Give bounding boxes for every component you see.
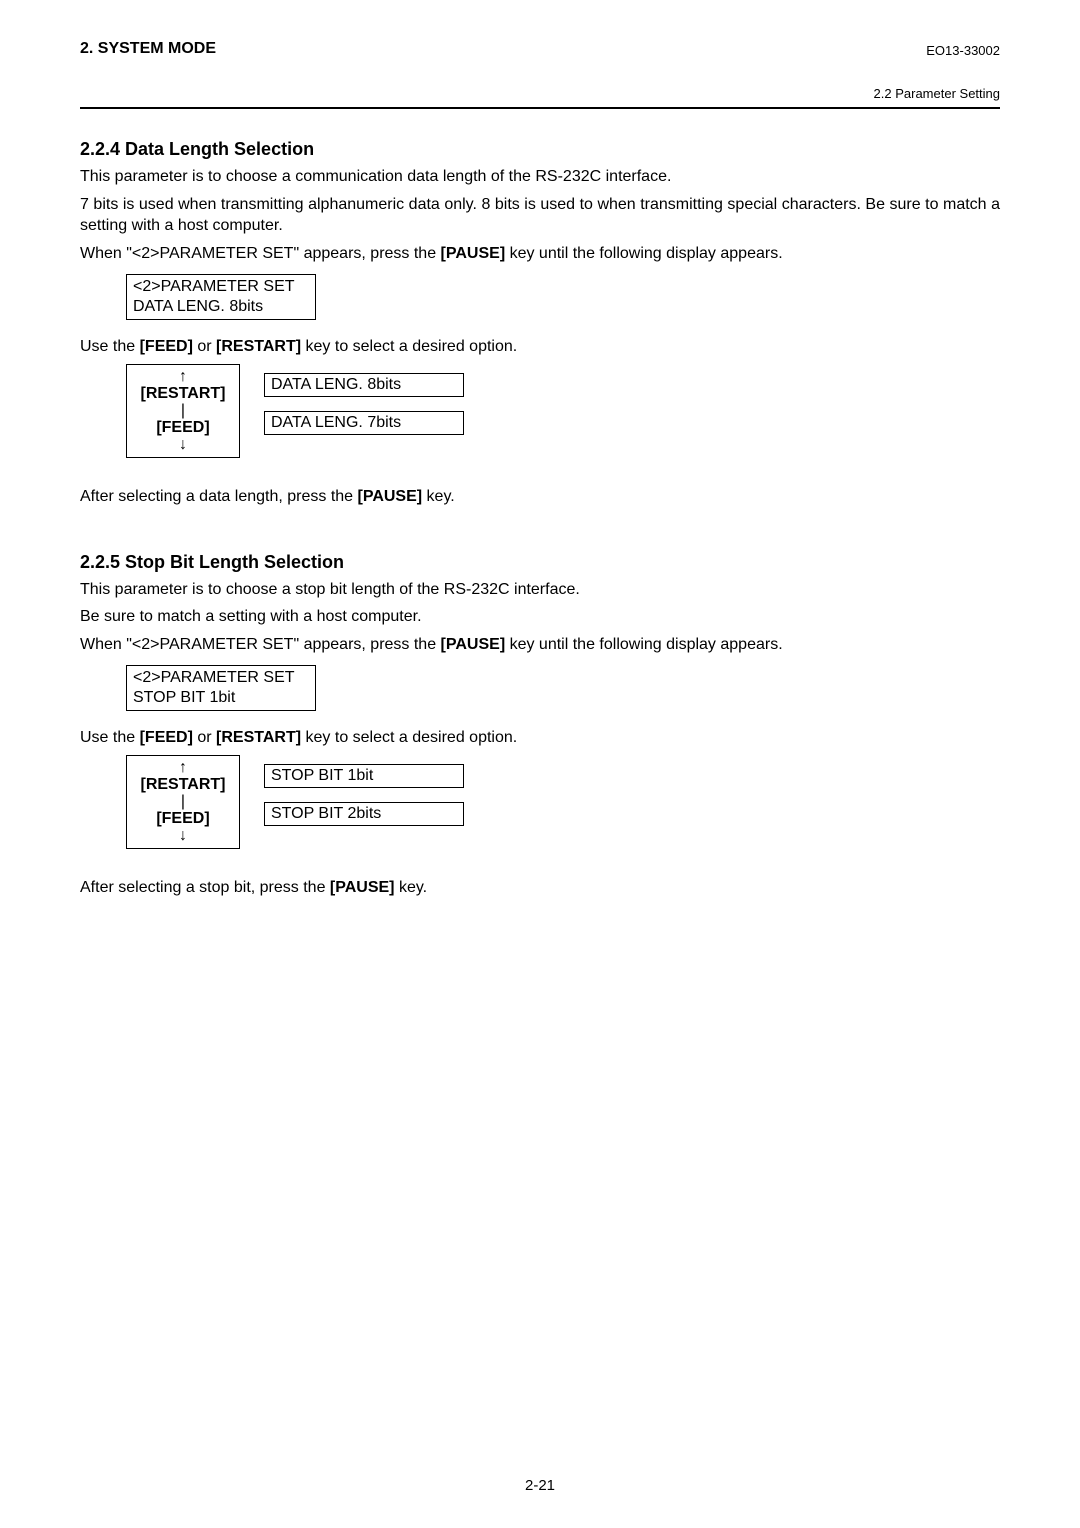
section-225-use: Use the [FEED] or [RESTART] key to selec… bbox=[80, 727, 1000, 749]
section-224-p3b: key until the following display appears. bbox=[505, 245, 783, 262]
header-sub: 2.2 Parameter Setting bbox=[80, 86, 1000, 101]
pause-key-label-4: [PAUSE] bbox=[330, 879, 395, 896]
page: 2. SYSTEM MODE EO13-33002 2.2 Parameter … bbox=[0, 0, 1080, 1528]
use-b: key to select a desired option. bbox=[301, 338, 517, 355]
use-a: Use the bbox=[80, 729, 140, 746]
header-rule bbox=[80, 107, 1000, 109]
option-225-1: STOP BIT 1bit bbox=[264, 764, 464, 788]
lcd-line2: DATA LENG. 8bits bbox=[133, 297, 309, 317]
tail-a: After selecting a data length, press the bbox=[80, 488, 358, 505]
pause-key-label-3: [PAUSE] bbox=[441, 636, 506, 653]
button-stack-225: ↑ [RESTART] | [FEED] ↓ bbox=[126, 755, 240, 849]
option-column-224: DATA LENG. 8bits DATA LENG. 7bits bbox=[264, 373, 464, 449]
section-225-p1: This parameter is to choose a stop bit l… bbox=[80, 579, 1000, 601]
section-224-p3a: When "<2>PARAMETER SET" appears, press t… bbox=[80, 245, 441, 262]
section-225-p2: Be sure to match a setting with a host c… bbox=[80, 606, 1000, 628]
arrow-up-icon: ↑ bbox=[127, 369, 239, 385]
section-224-title: 2.2.4 Data Length Selection bbox=[80, 139, 1000, 160]
option-224-1: DATA LENG. 8bits bbox=[264, 373, 464, 397]
use-mid: or bbox=[193, 338, 216, 355]
restart-button-label: [RESTART] bbox=[127, 776, 239, 794]
button-stack-224: ↑ [RESTART] | [FEED] ↓ bbox=[126, 364, 240, 458]
section-224-use: Use the [FEED] or [RESTART] key to selec… bbox=[80, 336, 1000, 358]
option-225-2: STOP BIT 2bits bbox=[264, 802, 464, 826]
tail-a: After selecting a stop bit, press the bbox=[80, 879, 330, 896]
section-224-p1: This parameter is to choose a communicat… bbox=[80, 166, 1000, 188]
pause-key-label-2: [PAUSE] bbox=[358, 488, 423, 505]
lcd-line2: STOP BIT 1bit bbox=[133, 688, 309, 708]
use-a: Use the bbox=[80, 338, 140, 355]
section-224-p2: 7 bits is used when transmitting alphanu… bbox=[80, 194, 1000, 237]
restart-button-label: [RESTART] bbox=[127, 385, 239, 403]
section-225-p3: When "<2>PARAMETER SET" appears, press t… bbox=[80, 634, 1000, 656]
option-diagram-225: ↑ [RESTART] | [FEED] ↓ STOP BIT 1bit STO… bbox=[126, 755, 1000, 849]
restart-key-label-2: [RESTART] bbox=[216, 729, 301, 746]
tail-b: key. bbox=[395, 879, 428, 896]
tail-b: key. bbox=[422, 488, 455, 505]
section-224-tail: After selecting a data length, press the… bbox=[80, 486, 1000, 508]
divider-icon: | bbox=[127, 794, 239, 810]
page-number: 2-21 bbox=[0, 1477, 1080, 1494]
feed-key-label: [FEED] bbox=[140, 338, 193, 355]
arrow-up-icon: ↑ bbox=[127, 760, 239, 776]
pause-key-label: [PAUSE] bbox=[441, 245, 506, 262]
section-225-tail: After selecting a stop bit, press the [P… bbox=[80, 877, 1000, 899]
feed-button-label: [FEED] bbox=[127, 810, 239, 828]
use-b: key to select a desired option. bbox=[301, 729, 517, 746]
header-right: EO13-33002 bbox=[926, 43, 1000, 58]
feed-button-label: [FEED] bbox=[127, 419, 239, 437]
feed-key-label-2: [FEED] bbox=[140, 729, 193, 746]
restart-key-label: [RESTART] bbox=[216, 338, 301, 355]
lcd-line1: <2>PARAMETER SET bbox=[133, 668, 309, 688]
option-diagram-224: ↑ [RESTART] | [FEED] ↓ DATA LENG. 8bits … bbox=[126, 364, 1000, 458]
section-225-title: 2.2.5 Stop Bit Length Selection bbox=[80, 552, 1000, 573]
section-225-p3a: When "<2>PARAMETER SET" appears, press t… bbox=[80, 636, 441, 653]
header-left: 2. SYSTEM MODE bbox=[80, 40, 216, 58]
arrow-down-icon: ↓ bbox=[127, 437, 239, 453]
lcd-display-225: <2>PARAMETER SET STOP BIT 1bit bbox=[126, 665, 316, 711]
lcd-display-224: <2>PARAMETER SET DATA LENG. 8bits bbox=[126, 274, 316, 320]
arrow-down-icon: ↓ bbox=[127, 828, 239, 844]
lcd-line1: <2>PARAMETER SET bbox=[133, 277, 309, 297]
divider-icon: | bbox=[127, 403, 239, 419]
page-header: 2. SYSTEM MODE EO13-33002 bbox=[80, 40, 1000, 58]
use-mid: or bbox=[193, 729, 216, 746]
section-225-p3b: key until the following display appears. bbox=[505, 636, 783, 653]
section-224-p3: When "<2>PARAMETER SET" appears, press t… bbox=[80, 243, 1000, 265]
option-224-2: DATA LENG. 7bits bbox=[264, 411, 464, 435]
option-column-225: STOP BIT 1bit STOP BIT 2bits bbox=[264, 764, 464, 840]
